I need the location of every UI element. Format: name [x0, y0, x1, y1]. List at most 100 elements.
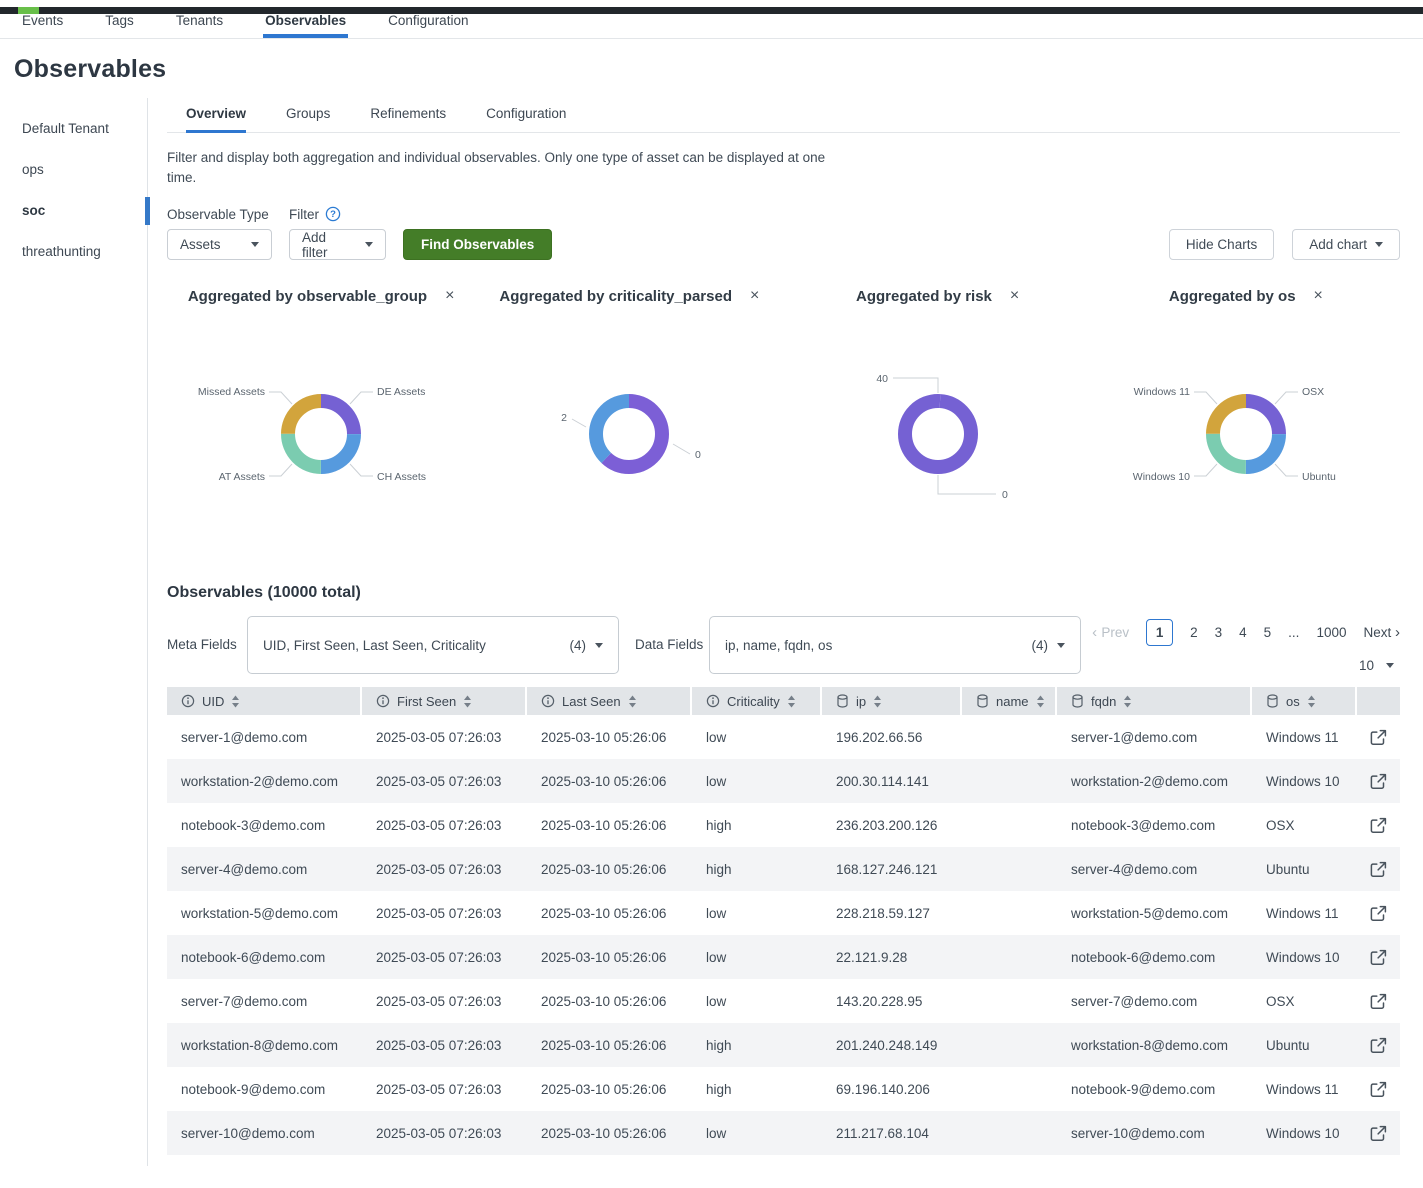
data-fields-select[interactable]: ip, name, fqdn, os (4) — [709, 616, 1081, 674]
external-link-icon[interactable] — [1370, 949, 1387, 966]
pagination-prev-label: Prev — [1101, 625, 1129, 640]
cell-ip: 228.218.59.127 — [822, 891, 962, 935]
row-open-button[interactable] — [1357, 847, 1400, 891]
nav-item-observables[interactable]: Observables — [265, 13, 346, 38]
pagination-page-1000[interactable]: 1000 — [1316, 625, 1346, 640]
cell-fqdn: server-7@demo.com — [1057, 979, 1252, 1023]
info-icon — [181, 694, 195, 708]
sort-icon — [463, 695, 472, 708]
nav-item-configuration[interactable]: Configuration — [388, 13, 468, 38]
chart-title: Aggregated by os — [1169, 288, 1296, 305]
external-link-icon[interactable] — [1370, 1037, 1387, 1054]
cell-os: Windows 11 — [1252, 715, 1357, 759]
external-link-icon[interactable] — [1370, 1125, 1387, 1142]
chart-close-icon[interactable]: × — [750, 288, 759, 304]
row-open-button[interactable] — [1357, 759, 1400, 803]
row-open-button[interactable] — [1357, 935, 1400, 979]
external-link-icon[interactable] — [1370, 861, 1387, 878]
hide-charts-button[interactable]: Hide Charts — [1169, 229, 1274, 260]
row-open-button[interactable] — [1357, 715, 1400, 759]
column-header-ip[interactable]: ip — [822, 687, 962, 715]
filter-label-row: Filter ? — [289, 206, 386, 222]
chevron-down-icon — [1386, 663, 1394, 668]
pagination-page-2[interactable]: 2 — [1190, 625, 1198, 640]
data-fields-label: Data Fields — [635, 635, 709, 655]
sidebar-item-default-tenant[interactable]: Default Tenant — [0, 108, 147, 149]
add-filter-dropdown[interactable]: Add filter — [289, 229, 386, 260]
cell-uid: server-10@demo.com — [167, 1111, 362, 1155]
chart-header: Aggregated by criticality_parsed× — [475, 286, 783, 306]
pagination-page-3[interactable]: 3 — [1215, 625, 1223, 640]
pagination-next[interactable]: Next › — [1363, 624, 1400, 641]
page-size-select[interactable]: 10 — [1359, 658, 1394, 673]
add-filter-label: Add filter — [302, 230, 355, 260]
chart-header: Aggregated by risk × — [784, 286, 1092, 306]
sidebar-item-soc[interactable]: soc — [0, 190, 147, 231]
row-open-button[interactable] — [1357, 891, 1400, 935]
cell-uid: notebook-6@demo.com — [167, 935, 362, 979]
chart-title: Aggregated by observable_group — [188, 288, 427, 305]
row-open-button[interactable] — [1357, 1067, 1400, 1111]
cell-last-seen: 2025-03-10 05:26:06 — [527, 891, 692, 935]
column-header-first-seen[interactable]: First Seen — [362, 687, 527, 715]
chart-close-icon[interactable]: × — [445, 288, 454, 304]
sidebar-item-threathunting[interactable]: threathunting — [0, 231, 147, 272]
tab-groups[interactable]: Groups — [286, 106, 330, 132]
data-fields-value: ip, name, fqdn, os — [725, 638, 1023, 653]
observable-type-select[interactable]: Assets — [167, 229, 272, 260]
cell-name — [962, 1111, 1057, 1155]
row-open-button[interactable] — [1357, 803, 1400, 847]
cell-uid: server-7@demo.com — [167, 979, 362, 1023]
external-link-icon[interactable] — [1370, 993, 1387, 1010]
chart-title: Aggregated by risk — [856, 288, 992, 305]
sidebar-item-ops[interactable]: ops — [0, 149, 147, 190]
column-header-fqdn[interactable]: fqdn — [1057, 687, 1252, 715]
external-link-icon[interactable] — [1370, 729, 1387, 746]
add-chart-button[interactable]: Add chart — [1292, 229, 1400, 260]
tab-overview[interactable]: Overview — [186, 106, 246, 132]
chart-close-icon[interactable]: × — [1010, 288, 1019, 304]
column-header-last-seen[interactable]: Last Seen — [527, 687, 692, 715]
external-link-icon[interactable] — [1370, 1081, 1387, 1098]
help-icon[interactable]: ? — [325, 206, 341, 222]
tab-configuration[interactable]: Configuration — [486, 106, 566, 132]
cell-name — [962, 1067, 1057, 1111]
column-header-criticality[interactable]: Criticality — [692, 687, 822, 715]
add-chart-label: Add chart — [1309, 237, 1367, 252]
chart-card-aggregated-by-criticality-parsed: Aggregated by criticality_parsed×02 — [475, 286, 783, 538]
pagination-page-4[interactable]: 4 — [1239, 625, 1247, 640]
donut-label: 2 — [561, 412, 567, 424]
pagination-page-1-active[interactable]: 1 — [1146, 619, 1173, 646]
meta-fields-value: UID, First Seen, Last Seen, Criticality — [263, 638, 561, 653]
tab-refinements[interactable]: Refinements — [370, 106, 446, 132]
cell-first-seen: 2025-03-05 07:26:03 — [362, 935, 527, 979]
row-open-button[interactable] — [1357, 1023, 1400, 1067]
column-header-uid[interactable]: UID — [167, 687, 362, 715]
column-label: Last Seen — [562, 694, 621, 709]
cell-uid: notebook-3@demo.com — [167, 803, 362, 847]
external-link-icon[interactable] — [1370, 817, 1387, 834]
table-row: notebook-3@demo.com2025-03-05 07:26:0320… — [167, 803, 1400, 847]
chart-close-icon[interactable]: × — [1314, 288, 1323, 304]
donut-label: 0 — [1002, 489, 1008, 501]
cell-criticality: high — [692, 1067, 822, 1111]
find-observables-button[interactable]: Find Observables — [403, 229, 552, 260]
cell-first-seen: 2025-03-05 07:26:03 — [362, 891, 527, 935]
cell-last-seen: 2025-03-10 05:26:06 — [527, 1111, 692, 1155]
external-link-icon[interactable] — [1370, 905, 1387, 922]
nav-item-tags[interactable]: Tags — [105, 13, 134, 38]
column-header-name[interactable]: name — [962, 687, 1057, 715]
cell-criticality: low — [692, 979, 822, 1023]
nav-item-events[interactable]: Events — [22, 13, 63, 38]
cell-last-seen: 2025-03-10 05:26:06 — [527, 935, 692, 979]
row-open-button[interactable] — [1357, 1111, 1400, 1155]
row-open-button[interactable] — [1357, 979, 1400, 1023]
pagination: ‹ Prev12345...1000Next › — [1092, 619, 1400, 646]
meta-fields-select[interactable]: UID, First Seen, Last Seen, Criticality … — [247, 616, 619, 674]
column-header-os[interactable]: os — [1252, 687, 1357, 715]
pagination-prev: ‹ Prev — [1092, 624, 1129, 641]
nav-item-tenants[interactable]: Tenants — [176, 13, 223, 38]
external-link-icon[interactable] — [1370, 773, 1387, 790]
pagination-page-5[interactable]: 5 — [1264, 625, 1272, 640]
main-content: Overview Groups Refinements Configuration F… — [148, 98, 1423, 1166]
